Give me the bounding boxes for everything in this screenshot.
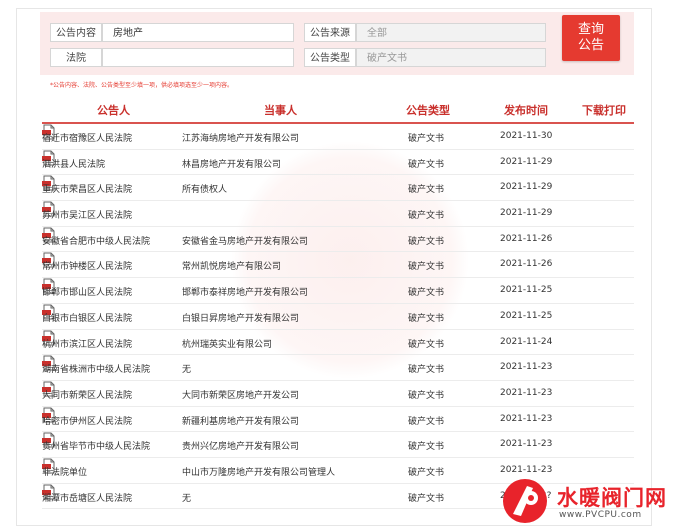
cell-announcer[interactable]: 白银市白银区人民法院: [42, 311, 132, 324]
cell-type: 破产文书: [408, 442, 445, 453]
cell-date: 2021-11-29: [500, 182, 553, 193]
table-row: 重庆市荣昌区人民法院 所有债权人 破产文书 2021-11-29: [42, 175, 634, 202]
cell-party: 贵州兴亿房地产开发有限公司: [182, 442, 300, 453]
table-row: 哈密市伊州区人民法院 新疆利基房地产开发有限公司 破产文书 2021-11-23: [42, 407, 634, 433]
type-select[interactable]: 破产文书: [356, 48, 546, 67]
cell-party: 无: [182, 493, 192, 504]
cell-announcer[interactable]: 常州市钟楼区人民法院: [42, 259, 132, 272]
header-party: 当事人: [264, 104, 297, 117]
table-row: 常州市钟楼区人民法院 常州凯悦房地产有限公司 破产文书 2021-11-26: [42, 252, 634, 279]
table-row: 大同市新荣区人民法院 大同市新荣区房地产开发公司 破产文书 2021-11-23: [42, 381, 634, 407]
cell-type: 破产文书: [408, 313, 445, 324]
table-row: 泗洪县人民法院 林昌房地产开发有限公司 破产文书 2021-11-29: [42, 150, 634, 176]
court-input[interactable]: [102, 48, 294, 67]
cell-type: 破产文书: [408, 262, 445, 273]
cell-party: 邯郸市泰祥房地产开发有限公司: [182, 288, 309, 299]
cell-type: 破产文书: [408, 390, 445, 401]
cell-type: 破产文书: [408, 365, 445, 376]
announcement-content-input[interactable]: 房地产: [102, 23, 294, 42]
cell-announcer[interactable]: 湘潭市岳塘区人民法院: [42, 491, 132, 504]
query-button-line2: 公告: [577, 38, 604, 53]
cell-party: 杭州瑞英实业有限公司: [182, 339, 273, 350]
query-announcement-button[interactable]: 查询 公告: [562, 15, 620, 61]
announcement-content-label: 公告内容: [50, 23, 102, 42]
table-row: 安徽省合肥市中级人民法院 安徽省金马房地产开发有限公司 破产文书 2021-11-26: [42, 227, 634, 253]
cell-date: 2021-11-26: [500, 233, 553, 244]
cell-date: 2021-11-25: [500, 310, 553, 321]
cell-type: 破产文书: [408, 159, 445, 170]
table-row: 苏州市吴江区人民法院 破产文书 2021-11-29: [42, 201, 634, 227]
cell-type: 破产文书: [408, 416, 445, 427]
cell-party: 新疆利基房地产开发有限公司: [182, 416, 300, 427]
cell-announcer[interactable]: 贵州省毕节市中级人民法院: [42, 439, 150, 452]
cell-party: 江苏海纳房地产开发有限公司: [182, 134, 300, 144]
cell-announcer[interactable]: 哈密市伊州区人民法院: [42, 414, 132, 427]
cell-party: 常州凯悦房地产有限公司: [182, 262, 282, 273]
court-label: 法院: [50, 48, 102, 67]
cell-announcer[interactable]: 非法院单位: [42, 465, 87, 478]
cell-party: 中山市万隆房地产开发有限公司管理人: [182, 467, 336, 478]
cell-type: 破产文书: [408, 134, 445, 144]
cell-date: 2021-11-23: [500, 439, 553, 450]
cell-date: 2021-11-29: [500, 208, 553, 219]
cell-type: 破产文书: [408, 236, 445, 247]
cell-announcer[interactable]: 邯郸市邯山区人民法院: [42, 285, 132, 298]
cell-announcer[interactable]: 泗洪县人民法院: [42, 157, 105, 170]
query-button-line1: 查询: [577, 22, 604, 37]
table-row: 贵州省毕节市中级人民法院 贵州兴亿房地产开发有限公司 破产文书 2021-11-23: [42, 432, 634, 458]
cell-date: 2021-11-26: [500, 259, 553, 270]
table-row: 湖南省株洲市中级人民法院 无 破产文书 2021-11-23: [42, 355, 634, 381]
cell-party: 大同市新荣区房地产开发公司: [182, 390, 300, 401]
cell-date: 2021-11-24: [500, 336, 553, 347]
header-date: 发布时间: [504, 104, 548, 117]
table-row: 杭州市滨江区人民法院 杭州瑞英实业有限公司 破产文书 2021-11-24: [42, 330, 634, 356]
header-type: 公告类型: [406, 104, 450, 117]
type-label: 公告类型: [304, 48, 356, 67]
table-row: 宿迁市宿豫区人民法院 江苏海纳房地产开发有限公司 破产文书 2021-11-30: [42, 124, 634, 150]
cell-type: 破产文书: [408, 493, 445, 504]
cell-date: 2021-11-30: [500, 131, 553, 141]
cell-announcer[interactable]: 杭州市滨江区人民法院: [42, 337, 132, 350]
cell-type: 破产文书: [408, 185, 445, 196]
cell-date: 2021-11-23: [500, 464, 553, 475]
table-row: 邯郸市邯山区人民法院 邯郸市泰祥房地产开发有限公司 破产文书 2021-11-25: [42, 278, 634, 304]
announcement-table: 宿迁市宿豫区人民法院 江苏海纳房地产开发有限公司 破产文书 2021-11-30 泗洪县…: [42, 124, 634, 510]
search-panel: 公告内容 房地产 法院 公告来源 全部 公告类型 破产文书: [40, 12, 634, 75]
header-announcer: 公告人: [97, 104, 130, 117]
cell-party: 白银日昇房地产开发有限公司: [182, 313, 300, 324]
source-label: 公告来源: [304, 23, 356, 42]
logo-text: 水暖阀门网: [557, 486, 667, 510]
logo-url: www.PVCPU.com: [559, 510, 642, 520]
cell-announcer[interactable]: 宿迁市宿豫区人民法院: [42, 131, 132, 144]
cell-date: 2021-11-29: [500, 156, 553, 167]
cell-party: 所有债权人: [182, 185, 228, 196]
cell-date: 2021-11-25: [500, 285, 553, 296]
cell-announcer[interactable]: 苏州市吴江区人民法院: [42, 208, 132, 221]
search-hint: *公告内容、法院、公告类型至少填一项，供必填项选至少一项内容。: [50, 82, 234, 89]
cell-party: 无: [182, 365, 192, 376]
header-download: 下载打印: [582, 104, 626, 117]
table-header: 公告人 当事人 公告类型 发布时间 下载打印: [42, 98, 634, 124]
cell-date: 2021-11-23: [500, 413, 553, 424]
cell-announcer[interactable]: 大同市新荣区人民法院: [42, 388, 132, 401]
table-row: 白银市白银区人民法院 白银日昇房地产开发有限公司 破产文书 2021-11-25: [42, 304, 634, 330]
source-select[interactable]: 全部: [356, 23, 546, 42]
cell-date: 2021-11-23: [500, 362, 553, 373]
cell-type: 破产文书: [408, 211, 445, 222]
cell-party: 安徽省金马房地产开发有限公司: [182, 236, 309, 247]
cell-date: 2021-11-23: [500, 387, 553, 398]
cell-type: 破产文书: [408, 339, 445, 350]
cell-party: 林昌房地产开发有限公司: [182, 159, 282, 170]
cell-announcer[interactable]: 安徽省合肥市中级人民法院: [42, 234, 150, 247]
cell-announcer[interactable]: 重庆市荣昌区人民法院: [42, 182, 132, 195]
cell-announcer[interactable]: 湖南省株洲市中级人民法院: [42, 362, 150, 375]
cell-type: 破产文书: [408, 467, 445, 478]
cell-type: 破产文书: [408, 288, 445, 299]
